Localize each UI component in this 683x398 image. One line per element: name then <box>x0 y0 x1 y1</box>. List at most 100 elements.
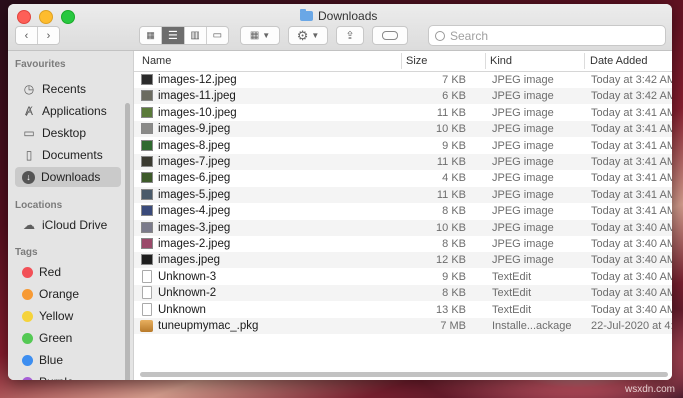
file-row[interactable]: images-2.jpeg 8 KB JPEG image Today at 3:40… <box>134 236 672 252</box>
search-field[interactable]: Search <box>428 25 666 46</box>
zoom-button[interactable] <box>61 10 75 24</box>
image-file-icon <box>141 172 153 184</box>
file-name: images.jpeg <box>158 254 221 267</box>
file-row[interactable]: images-8.jpeg 9 KB JPEG image Today at 3:41… <box>134 138 672 154</box>
sidebar-item-recents[interactable]: ◷ Recents <box>15 79 121 99</box>
file-kind: TextEdit <box>492 287 532 300</box>
file-date-added: Today at 3:40 AM <box>591 238 672 250</box>
sidebar-item-label: Blue <box>39 353 64 367</box>
column-view-button[interactable]: ▥ <box>184 27 207 44</box>
sidebar: Favourites ◷ Recents Ⱥ Applications ▭ De… <box>8 51 134 380</box>
column-size-header[interactable]: Size <box>406 55 427 67</box>
file-row[interactable]: images-7.jpeg 11 KB JPEG image Today at 3:4… <box>134 154 672 170</box>
locations-header: Locations <box>15 200 63 211</box>
watermark: wsxdn.com <box>624 384 675 395</box>
chevron-left-icon: ‹ <box>24 29 29 42</box>
file-date-added: Today at 3:41 AM <box>591 139 672 152</box>
file-row[interactable]: images-3.jpeg 10 KB JPEG image Today at 3:4… <box>134 219 672 236</box>
file-row[interactable]: Unknown-3 9 KB TextEdit Today at 3:40 AM <box>134 269 672 285</box>
image-file-icon <box>141 156 153 167</box>
tag-icon <box>382 31 398 40</box>
traffic-lights <box>17 10 75 24</box>
sidebar-item-documents[interactable]: ▯ Documents <box>15 145 121 165</box>
file-row[interactable]: images-6.jpeg 4 KB JPEG image Today at 3:41… <box>134 170 672 186</box>
sidebar-item-label: Desktop <box>42 126 87 140</box>
sidebar-item-desktop[interactable]: ▭ Desktop <box>15 123 121 143</box>
file-date-added: Today at 3:40 AM <box>591 254 672 267</box>
column-kind-header[interactable]: Kind <box>490 55 512 67</box>
image-file-icon <box>141 254 153 266</box>
sidebar-item-label: Purple <box>39 375 74 380</box>
column-divider <box>584 53 585 69</box>
sidebar-item-tag-purple[interactable]: Purple <box>15 372 121 380</box>
file-kind: JPEG image <box>492 188 554 201</box>
group-button[interactable]: ▦ ▼ <box>240 26 280 45</box>
icon-view-button[interactable]: ▦ <box>140 27 163 44</box>
sidebar-item-tag-blue[interactable]: Blue <box>15 350 121 370</box>
share-icon: ⇪ <box>345 30 355 42</box>
forward-button[interactable]: › <box>38 27 59 44</box>
tags-button[interactable] <box>372 26 408 45</box>
text-document-icon <box>142 269 152 283</box>
file-name: images-7.jpeg <box>158 156 231 168</box>
tags-header: Tags <box>15 247 38 258</box>
sidebar-item-tag-orange[interactable]: Orange <box>15 284 121 304</box>
file-kind: JPEG image <box>492 156 554 168</box>
file-row[interactable]: images-4.jpeg 8 KB JPEG image Today at 3:41… <box>134 203 672 219</box>
file-row[interactable]: tuneupmymac_.pkg 7 MB Installe...ackage 22-… <box>134 318 672 334</box>
file-row[interactable]: images-5.jpeg 11 KB JPEG image Today at 3:4… <box>134 186 672 203</box>
file-row[interactable]: images-10.jpeg 11 KB JPEG image Today at 3:… <box>134 105 672 121</box>
back-button[interactable]: ‹ <box>16 27 38 44</box>
sidebar-item-tag-red[interactable]: Red <box>15 262 121 282</box>
file-date-added: 22-Jul-2020 at 4: <box>591 320 672 332</box>
horizontal-scrollbar[interactable] <box>140 372 668 377</box>
sidebar-item-icloud-drive[interactable]: ☁ iCloud Drive <box>15 215 121 235</box>
image-file-icon <box>141 238 153 249</box>
file-name: Unknown <box>158 303 206 316</box>
sidebar-item-tag-yellow[interactable]: Yellow <box>15 306 121 326</box>
column-date-header[interactable]: Date Added <box>590 55 648 67</box>
titlebar: Downloads ‹ › ▦ ☰ ▥ ▭ ▦ ▼ ⚙ ▼ ⇪ Search <box>8 4 672 51</box>
sidebar-item-tag-green[interactable]: Green <box>15 328 121 348</box>
gallery-view-button[interactable]: ▭ <box>206 27 228 44</box>
sidebar-item-label: Green <box>39 331 73 345</box>
sidebar-item-downloads[interactable]: ↓ Downloads <box>15 167 121 187</box>
file-size: 8 KB <box>442 205 466 218</box>
file-kind: JPEG image <box>492 238 554 250</box>
chevron-down-icon: ▼ <box>262 31 271 40</box>
file-kind: JPEG image <box>492 74 554 86</box>
file-size: 10 KB <box>436 221 466 234</box>
share-button[interactable]: ⇪ <box>336 26 364 45</box>
search-icon <box>435 30 445 41</box>
list-icon: ☰ <box>167 30 178 42</box>
file-date-added: Today at 3:41 AM <box>591 172 672 185</box>
image-file-icon <box>141 139 153 151</box>
file-row[interactable]: images.jpeg 12 KB JPEG image Today at 3:40 … <box>134 252 672 269</box>
file-row[interactable]: images-12.jpeg 7 KB JPEG image Today at 3:4… <box>134 72 672 88</box>
column-header: Name Size Kind Date Added <box>134 51 672 72</box>
file-date-added: Today at 3:41 AM <box>591 205 672 218</box>
file-row[interactable]: images-9.jpeg 10 KB JPEG image Today at 3:4… <box>134 121 672 138</box>
file-name: images-4.jpeg <box>158 205 231 218</box>
list-view-button[interactable]: ☰ <box>162 27 185 44</box>
file-name: images-10.jpeg <box>158 106 237 119</box>
file-name: images-9.jpeg <box>158 123 231 136</box>
file-kind: JPEG image <box>492 221 554 234</box>
file-name: images-12.jpeg <box>158 74 237 86</box>
action-button[interactable]: ⚙ ▼ <box>288 26 328 45</box>
sidebar-item-applications[interactable]: Ⱥ Applications <box>15 101 121 121</box>
file-row[interactable]: images-11.jpeg 6 KB JPEG image Today at 3:4… <box>134 88 672 105</box>
minimize-button[interactable] <box>39 10 53 24</box>
image-file-icon <box>141 123 153 135</box>
file-date-added: Today at 3:42 AM <box>591 90 672 103</box>
finder-window: Downloads ‹ › ▦ ☰ ▥ ▭ ▦ ▼ ⚙ ▼ ⇪ Search F… <box>8 4 672 380</box>
file-row[interactable]: Unknown-2 8 KB TextEdit Today at 3:40 AM <box>134 285 672 302</box>
tag-color-icon <box>22 310 33 322</box>
file-size: 7 KB <box>442 74 466 86</box>
column-name-header[interactable]: Name <box>142 55 171 67</box>
sidebar-scrollbar[interactable] <box>125 103 130 380</box>
file-kind: JPEG image <box>492 139 554 152</box>
file-row[interactable]: Unknown 13 KB TextEdit Today at 3:40 AM <box>134 302 672 318</box>
image-file-icon <box>141 221 153 233</box>
close-button[interactable] <box>17 10 31 24</box>
